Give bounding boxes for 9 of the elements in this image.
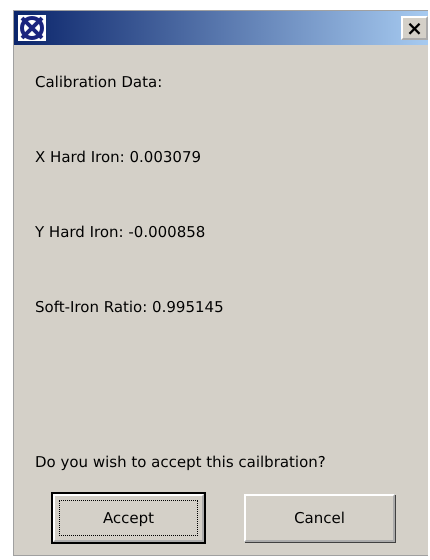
calibration-text: Calibration Data: <box>35 73 164 93</box>
calibration-text: X Hard Iron: 0.003079 <box>35 148 202 168</box>
calibration-text: Soft-Iron Ratio: 0.995145 <box>35 298 225 318</box>
dialog-button[interactable]: Accept <box>53 494 204 542</box>
question-text: Do you wish to accept this cailbration? <box>35 453 327 471</box>
dialog-button[interactable]: Cancel <box>244 494 395 542</box>
calibration-text: Y Hard Iron: -0.000858 <box>35 223 206 243</box>
compass-icon <box>17 14 47 42</box>
close-button[interactable]: × <box>401 16 428 40</box>
